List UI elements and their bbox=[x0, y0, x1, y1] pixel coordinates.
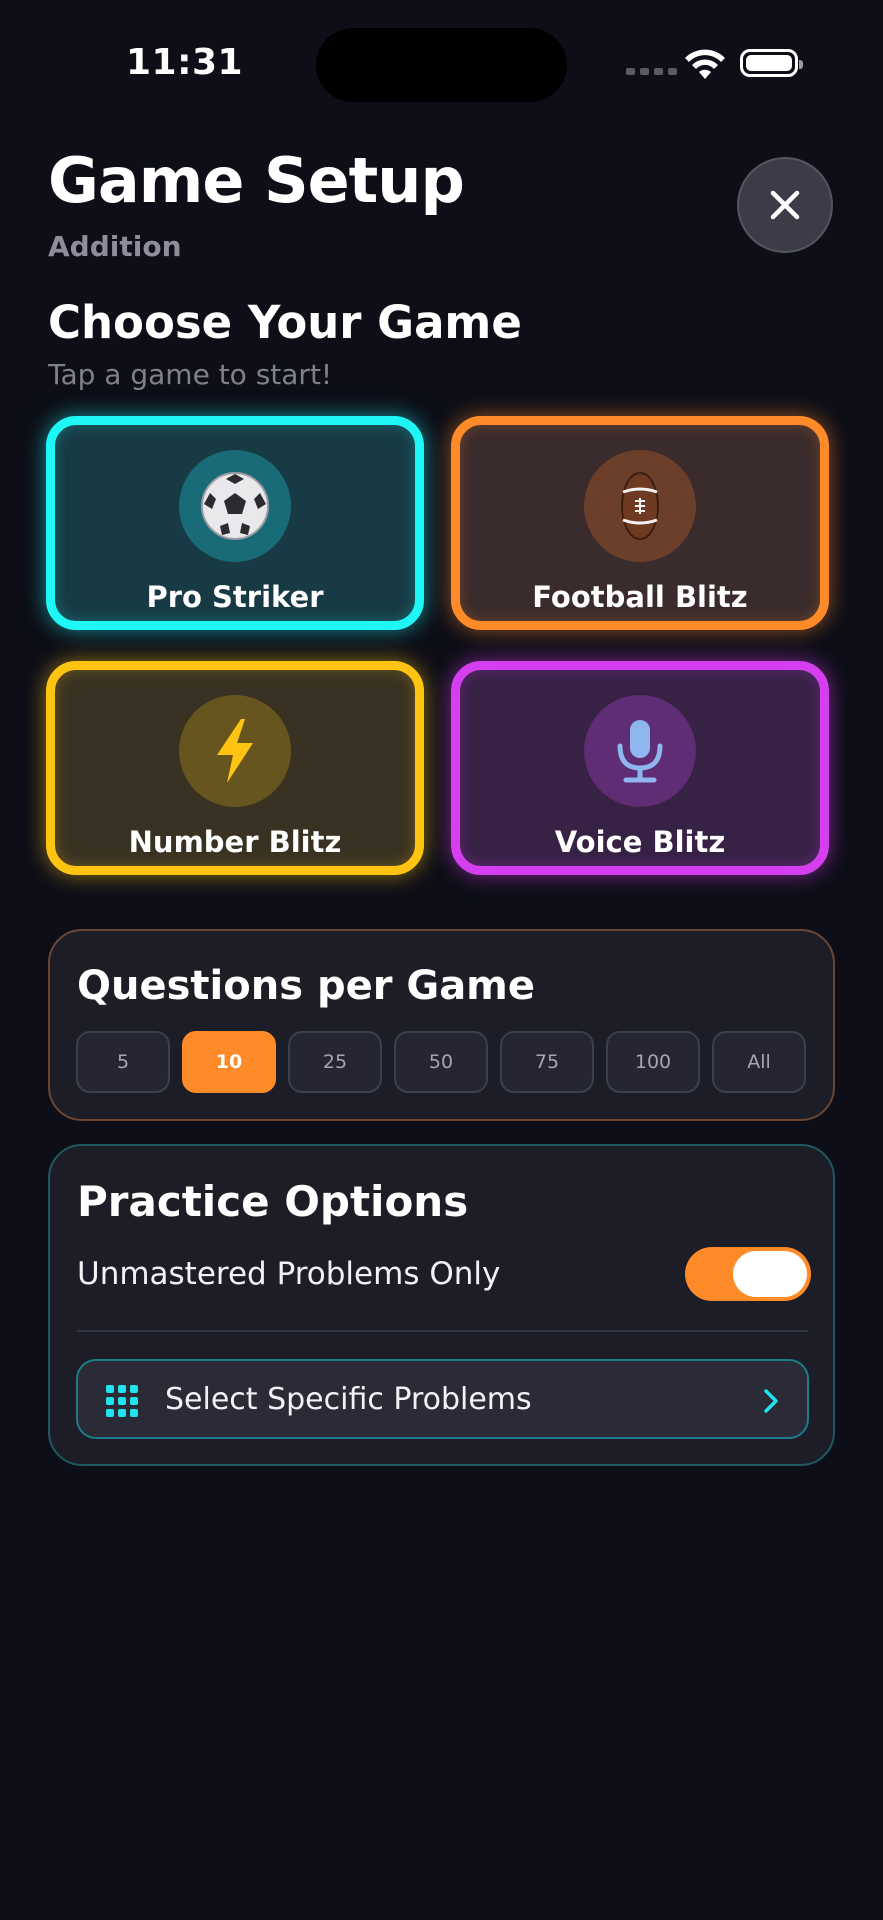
question-count-option[interactable]: 50 bbox=[394, 1031, 488, 1093]
practice-panel: Practice Options Unmastered Problems Onl… bbox=[48, 1144, 835, 1466]
chevron-right-icon bbox=[764, 1389, 778, 1413]
game-card-number-blitz[interactable]: Number Blitz bbox=[46, 661, 424, 875]
close-button[interactable] bbox=[737, 157, 833, 253]
close-icon bbox=[770, 190, 800, 220]
game-card-label: Voice Blitz bbox=[554, 825, 726, 859]
question-count-option[interactable]: All bbox=[712, 1031, 806, 1093]
questions-title: Questions per Game bbox=[77, 963, 535, 1009]
choose-game-subtitle: Tap a game to start! bbox=[48, 358, 333, 391]
questions-options: 5 10 25 50 75 100 All bbox=[76, 1031, 806, 1093]
question-count-option[interactable]: 25 bbox=[288, 1031, 382, 1093]
divider bbox=[77, 1330, 808, 1332]
cellular-signal-icon bbox=[626, 68, 677, 75]
american-football-icon bbox=[584, 450, 696, 562]
question-count-option[interactable]: 5 bbox=[76, 1031, 170, 1093]
dynamic-island bbox=[316, 28, 567, 102]
practice-title: Practice Options bbox=[77, 1177, 469, 1226]
question-count-option[interactable]: 100 bbox=[606, 1031, 700, 1093]
grid-icon bbox=[106, 1385, 138, 1417]
question-count-option-selected[interactable]: 10 bbox=[182, 1031, 276, 1093]
game-card-label: Number Blitz bbox=[128, 825, 342, 859]
choose-game-title: Choose Your Game bbox=[48, 296, 522, 349]
microphone-icon bbox=[584, 695, 696, 807]
questions-panel: Questions per Game 5 10 25 50 75 100 All bbox=[48, 929, 835, 1121]
unmastered-label: Unmastered Problems Only bbox=[77, 1256, 501, 1292]
battery-icon bbox=[740, 49, 803, 77]
toggle-knob bbox=[733, 1251, 807, 1297]
game-card-pro-striker[interactable]: Pro Striker bbox=[46, 416, 424, 630]
game-card-label: Football Blitz bbox=[532, 580, 748, 614]
wifi-icon bbox=[685, 49, 725, 79]
page-title: Game Setup bbox=[48, 144, 465, 217]
status-time: 11:31 bbox=[126, 42, 244, 83]
soccer-ball-icon bbox=[179, 450, 291, 562]
page-subtitle: Addition bbox=[48, 230, 182, 263]
select-specific-problems-button[interactable]: Select Specific Problems bbox=[76, 1359, 809, 1439]
game-card-label: Pro Striker bbox=[146, 580, 324, 614]
unmastered-toggle[interactable] bbox=[685, 1247, 811, 1301]
game-card-voice-blitz[interactable]: Voice Blitz bbox=[451, 661, 829, 875]
select-problems-label: Select Specific Problems bbox=[165, 1382, 532, 1417]
question-count-option[interactable]: 75 bbox=[500, 1031, 594, 1093]
game-card-football-blitz[interactable]: Football Blitz bbox=[451, 416, 829, 630]
lightning-bolt-icon bbox=[179, 695, 291, 807]
